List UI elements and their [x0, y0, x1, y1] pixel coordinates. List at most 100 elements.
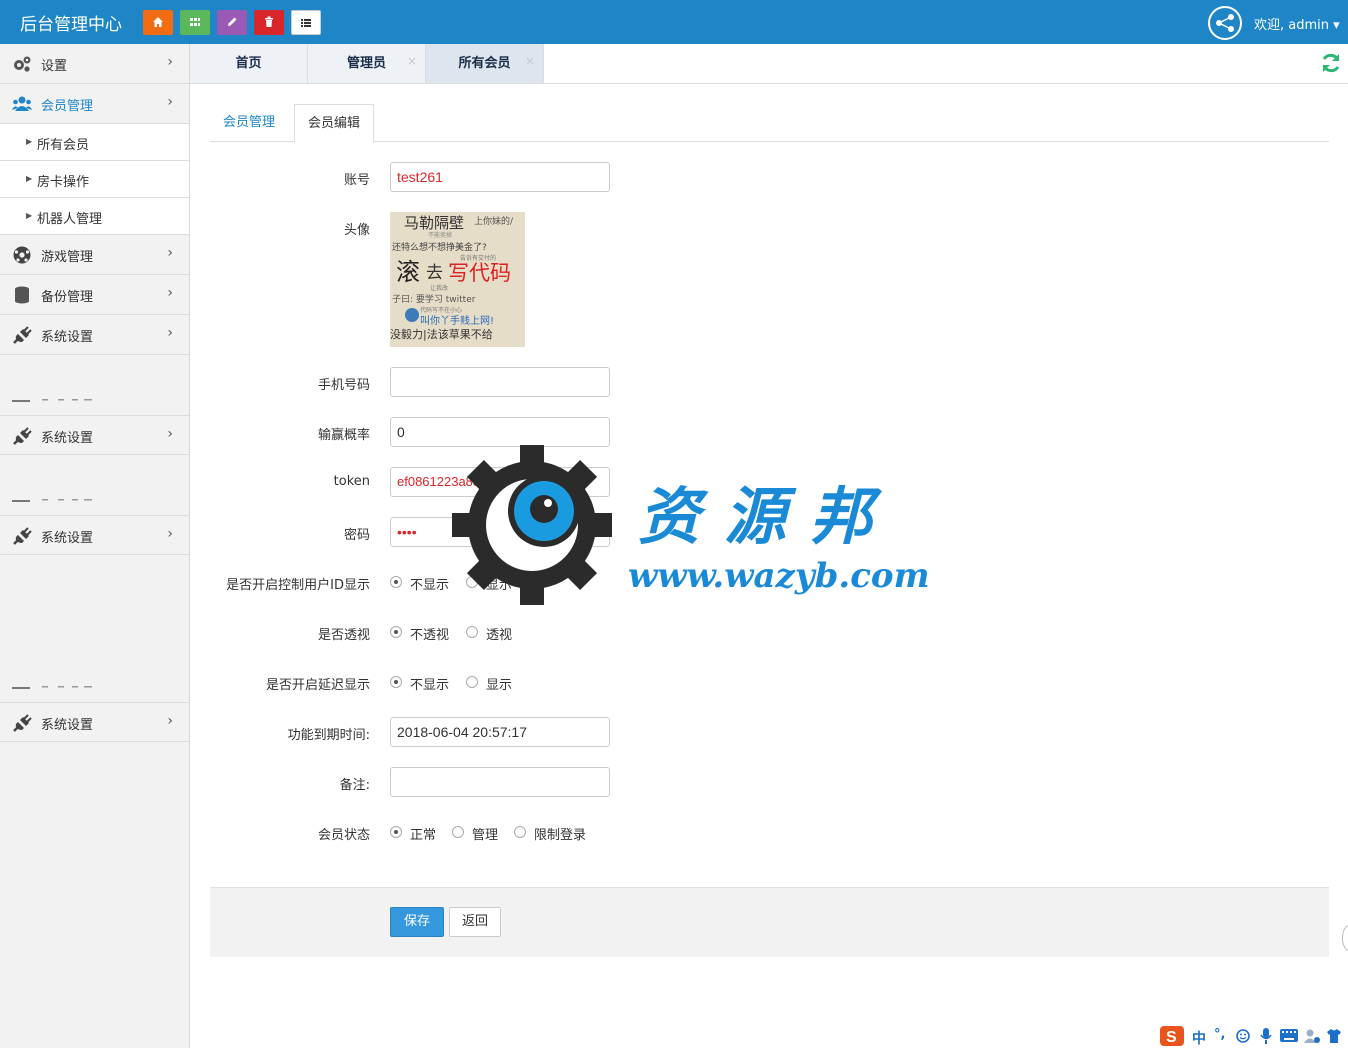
- svg-text:告诉有交付的: 告诉有交付的: [460, 254, 496, 262]
- list-button[interactable]: [291, 10, 321, 35]
- remark-field[interactable]: [390, 767, 610, 797]
- radio-delay-show[interactable]: [466, 676, 478, 688]
- sidebar-item-settings[interactable]: 设置 ›: [0, 44, 189, 84]
- tab-label: 管理员: [346, 56, 386, 71]
- skin-shirt-icon[interactable]: [1326, 1028, 1342, 1044]
- show-id-label: 是否开启控制用户ID显示: [226, 578, 370, 593]
- sidebar-item-games[interactable]: 游戏管理 ›: [0, 235, 189, 275]
- sidebar-item-system-settings[interactable]: 系统设置 ›: [0, 315, 189, 355]
- sidebar-item-label: 系统设置: [41, 330, 94, 345]
- radio-see-through-off[interactable]: [390, 626, 402, 638]
- sidebar-item-backup[interactable]: 备份管理 ›: [0, 275, 189, 315]
- pencil-icon: [228, 17, 237, 26]
- sidebar-subitem-label: 机器人管理: [37, 212, 103, 227]
- ime-language[interactable]: 中: [1192, 1028, 1206, 1048]
- ime-punctuation[interactable]: °,: [1214, 1027, 1225, 1042]
- avatar-image[interactable]: 马勒隔壁 上你妹的/ 还特么想不想挣美金了? 滚 去 写代码 子曰: 要学习 t…: [390, 212, 525, 347]
- edit-button[interactable]: [217, 10, 247, 35]
- sidebar-item-label: 系统设置: [41, 718, 94, 733]
- plug-icon: [13, 427, 32, 445]
- emoji-icon[interactable]: [1236, 1029, 1250, 1043]
- svg-text:让我改: 让我改: [430, 284, 448, 292]
- user-tools-icon[interactable]: [1304, 1028, 1320, 1044]
- caret-right-icon: ▶: [26, 137, 33, 146]
- radio-status-admin[interactable]: [452, 826, 464, 838]
- sidebar-subitem-robots[interactable]: ▶ 机器人管理: [0, 198, 189, 235]
- plug-icon: [13, 714, 32, 732]
- sidebar-item-label: 系统设置: [41, 431, 94, 446]
- top-header: 后台管理中心 欢迎, admin ▾: [0, 0, 1348, 44]
- radio-delay-hide[interactable]: [390, 676, 402, 688]
- brand-title: 后台管理中心: [20, 15, 122, 35]
- ime-toolbar: S 中 °,: [1158, 1024, 1348, 1048]
- scroll-handle[interactable]: [1342, 925, 1348, 951]
- save-button[interactable]: 保存: [390, 907, 444, 937]
- radio-show-id-hide[interactable]: [390, 576, 402, 588]
- phone-label: 手机号码: [317, 378, 370, 393]
- tab-member-management[interactable]: 会员管理: [210, 104, 288, 142]
- database-icon: [15, 286, 29, 304]
- tab-member-edit[interactable]: 会员编辑: [294, 104, 375, 143]
- radio-see-through-on[interactable]: [466, 626, 478, 638]
- radio-label: 不透视: [410, 628, 450, 643]
- back-button[interactable]: 返回: [449, 907, 501, 937]
- sidebar-item-label: 设置: [41, 59, 68, 74]
- chevron-right-icon: ›: [167, 94, 173, 110]
- close-icon[interactable]: ×: [407, 41, 417, 81]
- delay-label: 是否开启延迟显示: [265, 678, 370, 693]
- tab-all-members[interactable]: 所有会员 ×: [426, 44, 544, 83]
- microphone-icon[interactable]: [1260, 1028, 1272, 1044]
- token-label: token: [333, 474, 370, 489]
- user-menu[interactable]: 欢迎, admin ▾: [1254, 14, 1340, 33]
- winrate-field[interactable]: 0: [390, 417, 610, 447]
- svg-text:代码写不在小心: 代码写不在小心: [420, 306, 462, 314]
- chevron-right-icon: ›: [167, 713, 173, 729]
- radio-status-normal[interactable]: [390, 826, 402, 838]
- sidebar-subitem-room-card[interactable]: ▶ 房卡操作: [0, 161, 189, 198]
- gears-icon: [14, 56, 31, 72]
- sidebar-item-system-settings[interactable]: 系统设置 ›: [0, 702, 189, 742]
- radio-label: 不显示: [410, 678, 450, 693]
- radio-label: 不显示: [410, 578, 450, 593]
- svg-text:叫你丫手贱上网!: 叫你丫手贱上网!: [420, 314, 494, 327]
- sidebar-item-label: 会员管理: [41, 99, 94, 114]
- svg-text:还特么想不想挣美金了?: 还特么想不想挣美金了?: [392, 241, 487, 253]
- chevron-right-icon: ›: [167, 54, 173, 70]
- sogou-s-icon[interactable]: S: [1160, 1024, 1186, 1048]
- account-field[interactable]: test261: [390, 162, 610, 192]
- expire-field[interactable]: 2018-06-04 20:57:17: [390, 717, 610, 747]
- keyboard-icon[interactable]: [1280, 1029, 1298, 1042]
- delete-button[interactable]: [254, 10, 284, 35]
- grid-button[interactable]: [180, 10, 210, 35]
- sidebar-item-system-settings[interactable]: 系统设置 ›: [0, 415, 189, 455]
- tab-home[interactable]: 首页: [190, 44, 308, 83]
- svg-text:滚: 滚: [396, 258, 420, 286]
- page-tab-bar: 首页 管理员 × 所有会员 ×: [190, 44, 1348, 84]
- form-actions-bar: [210, 887, 1329, 957]
- sidebar-item-members[interactable]: 会员管理 ›: [0, 84, 189, 124]
- grid-icon: [190, 18, 200, 26]
- sidebar-subitem-all-members[interactable]: ▶ 所有会员: [0, 124, 189, 161]
- account-label: 账号: [343, 173, 370, 188]
- caret-right-icon: ▶: [26, 174, 33, 183]
- radio-label: 管理: [472, 828, 499, 843]
- home-button[interactable]: [143, 10, 173, 35]
- home-icon: [153, 17, 163, 27]
- refresh-icon[interactable]: [1320, 52, 1342, 74]
- tab-admins[interactable]: 管理员 ×: [308, 44, 426, 83]
- svg-text:去: 去: [426, 263, 443, 283]
- chevron-right-icon: ›: [167, 245, 173, 261]
- radio-status-restricted[interactable]: [514, 826, 526, 838]
- svg-text:不能卖掉: 不能卖掉: [428, 231, 452, 239]
- sidebar-item-system-settings[interactable]: 系统设置 ›: [0, 515, 189, 555]
- close-icon[interactable]: ×: [525, 41, 535, 81]
- watermark-url: www.wazyb.com: [628, 556, 930, 596]
- remark-label: 备注:: [339, 778, 370, 793]
- password-label: 密码: [343, 528, 370, 543]
- inner-tabs: 会员管理 会员编辑: [210, 104, 1329, 143]
- phone-field[interactable]: [390, 367, 610, 397]
- radio-label: 透视: [486, 628, 513, 643]
- chevron-right-icon: ›: [167, 285, 173, 301]
- svg-text:子曰: 要学习 twitter: 子曰: 要学习 twitter: [392, 293, 476, 305]
- clipped-label-artifact: [12, 499, 92, 502]
